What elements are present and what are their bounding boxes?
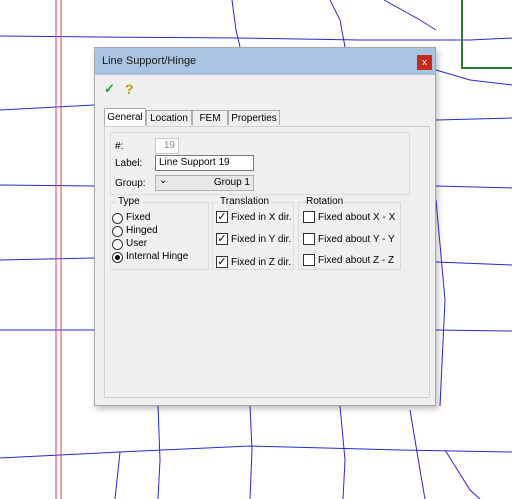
checkbox-fixed-y-label: Fixed in Y dir.: [231, 234, 292, 245]
radio-internal-hinge-label: Internal Hinge: [126, 251, 189, 262]
group-label: Group:: [115, 178, 146, 189]
checkmark-icon[interactable]: ✓: [104, 81, 115, 97]
checkbox-fixed-about-z[interactable]: [303, 254, 315, 266]
line-support-hinge-dialog: Line Support/Hinge x ✓ ? General Locatio…: [94, 47, 436, 406]
tab-fem[interactable]: FEM: [192, 110, 228, 125]
checkbox-fixed-about-x-label: Fixed about X - X: [318, 212, 396, 223]
checkbox-fixed-about-y[interactable]: [303, 233, 315, 245]
chevron-down-icon: ⌄: [159, 175, 168, 186]
radio-hinged[interactable]: [112, 226, 123, 237]
checkbox-fixed-z-label: Fixed in Z dir.: [231, 257, 292, 268]
checkbox-fixed-about-x[interactable]: [303, 211, 315, 223]
label-label: Label:: [115, 158, 143, 169]
dialog-titlebar[interactable]: Line Support/Hinge x: [95, 48, 435, 75]
rotation-group-title: Rotation: [304, 196, 346, 207]
translation-group-title: Translation: [218, 196, 272, 207]
radio-fixed[interactable]: [112, 213, 123, 224]
support-line: [55, 0, 62, 499]
checkbox-fixed-x-label: Fixed in X dir.: [231, 212, 292, 223]
checkbox-fixed-about-y-label: Fixed about Y - Y: [318, 234, 395, 245]
type-group-title: Type: [116, 196, 142, 207]
checkbox-fixed-about-z-label: Fixed about Z - Z: [318, 255, 395, 266]
tab-location[interactable]: Location: [146, 110, 192, 125]
radio-user-label: User: [126, 238, 148, 249]
checkbox-fixed-x[interactable]: ✓: [216, 211, 228, 223]
radio-hinged-label: Hinged: [126, 225, 158, 236]
general-tab-panel: #: 19 Label: Line Support 19 Group: ⌄ Gr…: [104, 126, 430, 398]
radio-fixed-label: Fixed: [126, 212, 151, 223]
number-field: 19: [155, 138, 179, 154]
group-select[interactable]: ⌄ Group 1: [155, 175, 254, 191]
dialog-title: Line Support/Hinge: [102, 55, 197, 67]
selected-element-outline: [461, 0, 512, 69]
close-button[interactable]: x: [417, 55, 432, 70]
help-icon[interactable]: ?: [125, 81, 134, 97]
tab-properties[interactable]: Properties: [228, 110, 280, 125]
radio-selected-dot: [115, 255, 120, 260]
group-select-value: Group 1: [213, 177, 250, 188]
tab-general[interactable]: General: [104, 108, 146, 126]
label-field[interactable]: Line Support 19: [155, 155, 254, 171]
radio-internal-hinge[interactable]: [112, 252, 123, 263]
number-label: #:: [115, 141, 124, 152]
checkbox-fixed-y[interactable]: ✓: [216, 233, 228, 245]
radio-user[interactable]: [112, 239, 123, 250]
checkbox-fixed-z[interactable]: ✓: [216, 256, 228, 268]
close-icon: x: [422, 57, 427, 67]
